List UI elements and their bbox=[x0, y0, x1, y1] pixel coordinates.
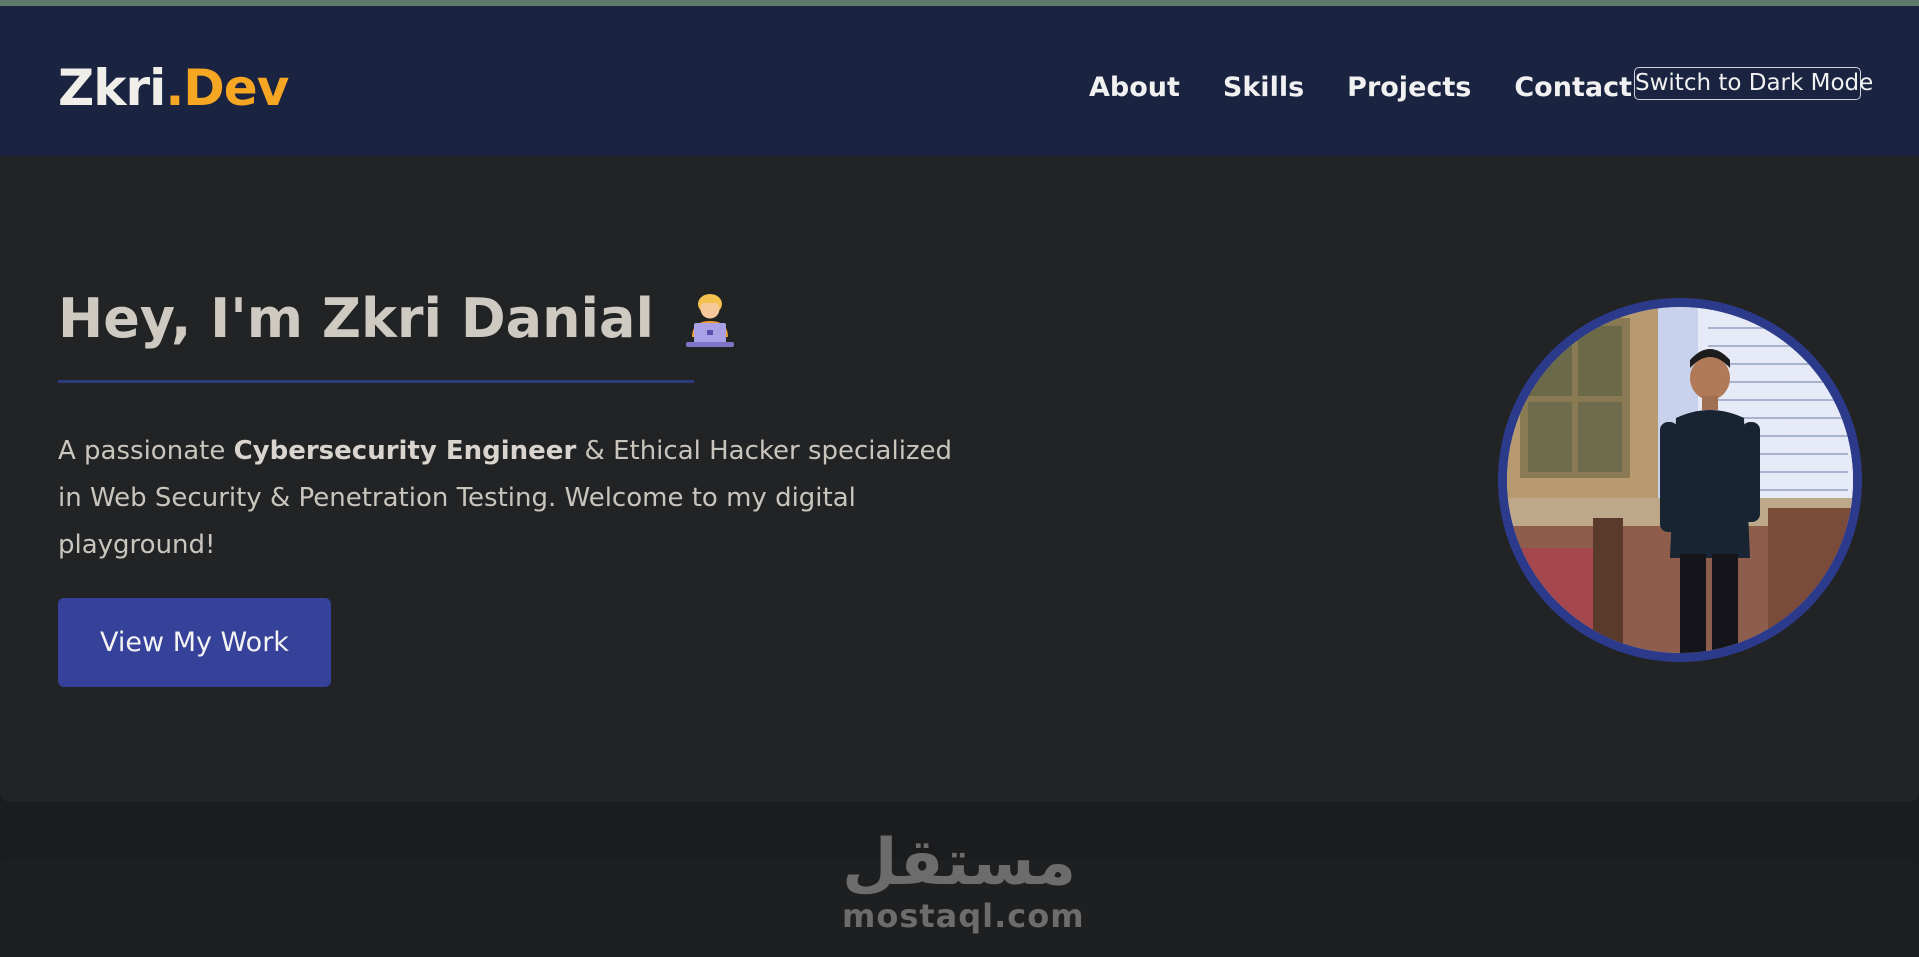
watermark-arabic: مستقل bbox=[842, 826, 1077, 900]
nav-link-about[interactable]: About bbox=[1089, 68, 1180, 108]
mostaql-watermark: مستقل mostaql.com bbox=[842, 826, 1085, 935]
view-my-work-button[interactable]: View My Work bbox=[58, 598, 331, 687]
description-prefix: A passionate bbox=[58, 436, 234, 466]
theme-toggle-button[interactable]: Switch to Dark Mode bbox=[1634, 67, 1873, 100]
hero-title: Hey, I'm Zkri Danial bbox=[58, 286, 740, 352]
nav-links: About Skills Projects Contact bbox=[1089, 68, 1675, 108]
nav-link-contact[interactable]: Contact bbox=[1514, 68, 1632, 108]
profile-photo bbox=[1498, 298, 1862, 662]
logo-suffix: .Dev bbox=[165, 59, 289, 117]
hero-title-text: Hey, I'm Zkri Danial bbox=[58, 287, 655, 350]
description-highlight: Cybersecurity Engineer bbox=[233, 436, 577, 466]
hero-description: A passionate Cybersecurity Engineer & Et… bbox=[58, 428, 958, 569]
logo-name: Zkri bbox=[58, 59, 166, 117]
watermark-latin: mostaql.com bbox=[842, 897, 1085, 935]
title-underline bbox=[58, 380, 694, 383]
technologist-icon bbox=[680, 289, 740, 349]
site-logo[interactable]: Zkri.Dev bbox=[58, 58, 289, 118]
hero-section: Hey, I'm Zkri Danial A passionate Cybers… bbox=[0, 156, 1919, 802]
navbar: Zkri.Dev About Skills Projects Contact S… bbox=[0, 6, 1919, 156]
nav-link-projects[interactable]: Projects bbox=[1347, 68, 1471, 108]
nav-link-skills[interactable]: Skills bbox=[1223, 68, 1304, 108]
